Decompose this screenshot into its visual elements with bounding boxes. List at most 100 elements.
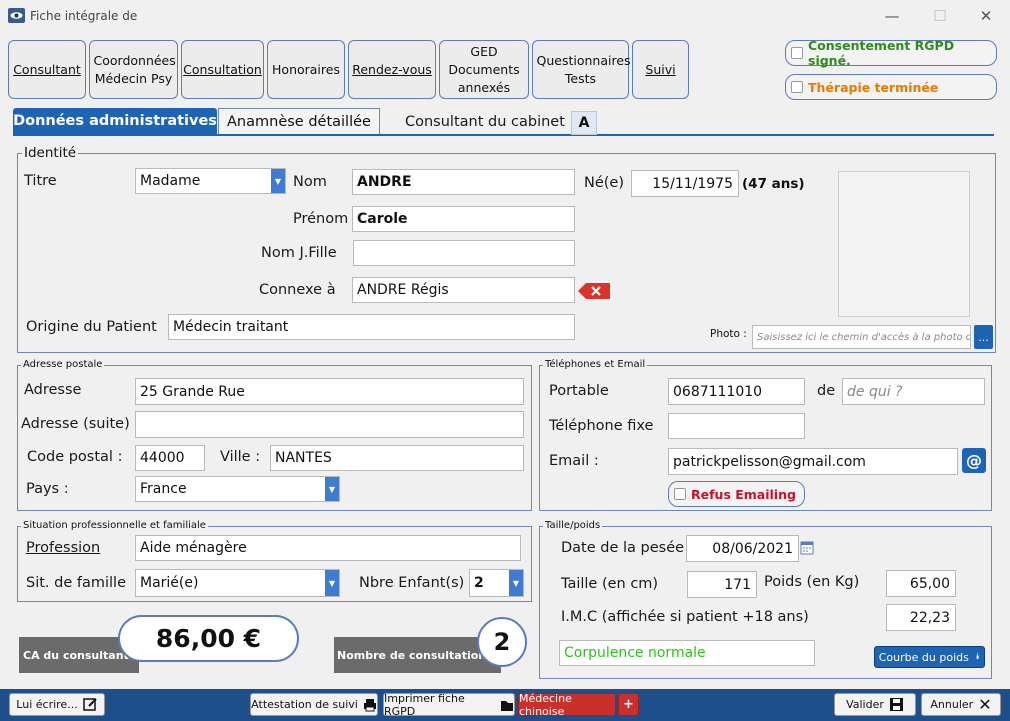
taille-input[interactable]: 171 xyxy=(687,571,757,598)
chevron-down-icon[interactable]: ▼ xyxy=(325,477,339,501)
tab-label: Questionnaires Tests xyxy=(536,52,631,86)
origine-input[interactable]: Médecin traitant xyxy=(168,314,575,340)
photo-path-input[interactable]: Saisissez ici le chemin d'accès à la pho… xyxy=(752,325,971,349)
maximize-icon[interactable]: ☐ xyxy=(928,5,952,27)
calendar-icon[interactable] xyxy=(800,540,814,555)
lui-ecrire-button[interactable]: Lui écrire... xyxy=(9,693,105,716)
imprimer-rgpd-label: Imprimer fiche RGPD xyxy=(384,691,465,718)
tab-label: GED Documents annexés xyxy=(448,43,520,95)
date-pesee-input[interactable]: 08/06/2021 xyxy=(686,535,799,562)
sit-famille-select[interactable]: Marié(e) ▼ xyxy=(135,569,340,597)
ville-input[interactable]: NANTES xyxy=(270,445,524,471)
refus-emailing-checkbox[interactable] xyxy=(674,488,686,500)
cabinet-label: Consultant du cabinet xyxy=(405,114,565,130)
nom-input[interactable]: ANDRE xyxy=(352,169,575,195)
adresse-input[interactable]: 25 Grande Rue xyxy=(135,378,524,405)
lui-ecrire-label: Lui écrire... xyxy=(16,698,78,711)
attestation-button[interactable]: Attestation de suivi xyxy=(250,693,378,716)
folder-icon xyxy=(501,700,514,711)
double-chevron-down-icon: ⯯ xyxy=(974,652,981,662)
therapie-checkbox[interactable] xyxy=(791,81,803,93)
therapie-checkbox-frame[interactable]: Thérapie terminée xyxy=(785,74,997,100)
annuler-button[interactable]: Annuler ✕ xyxy=(921,693,1001,716)
tab-questionnaires-tests[interactable]: Questionnaires Tests xyxy=(532,40,631,99)
cabinet-letter-badge[interactable]: A xyxy=(571,111,597,135)
photo-box[interactable] xyxy=(838,171,970,317)
tab-honoraires[interactable]: Honoraires xyxy=(267,40,345,99)
minimize-icon[interactable]: — xyxy=(880,5,904,27)
date-pesee-label: Date de la pesée xyxy=(561,540,685,556)
corpulence-field: Corpulence normale xyxy=(559,640,815,666)
sit-famille-value: Marié(e) xyxy=(140,575,199,591)
tab-label: Consultation xyxy=(183,61,262,77)
nomjf-input[interactable] xyxy=(353,240,575,266)
imprimer-rgpd-button[interactable]: Imprimer fiche RGPD xyxy=(383,691,515,718)
rgpd-label: Consentement RGPD signé. xyxy=(808,38,955,68)
photo-label: Photo : xyxy=(710,328,747,340)
pays-select[interactable]: France ▼ xyxy=(135,476,340,502)
poids-label: Poids (en Kg) xyxy=(764,574,860,590)
imc-label: I.M.C (affichée si patient +18 ans) xyxy=(561,609,809,625)
titre-select[interactable]: Madame ▼ xyxy=(135,168,286,194)
adresse-legend: Adresse postale xyxy=(21,359,105,370)
subtab-donnees-administratives[interactable]: Données administratives xyxy=(13,108,217,134)
situation-legend: Situation professionnelle et familiale xyxy=(21,520,208,531)
fixe-input[interactable] xyxy=(668,413,805,439)
email-input[interactable]: patrickpelisson@gmail.com xyxy=(668,448,958,475)
date-naissance-input[interactable]: 15/11/1975 xyxy=(631,170,739,197)
valider-label: Valider xyxy=(846,698,884,711)
tab-label: Honoraires xyxy=(272,61,340,77)
de-qui-input[interactable]: de qui ? xyxy=(842,378,985,405)
adresse-suite-input[interactable] xyxy=(135,411,524,438)
add-plus-button[interactable]: + xyxy=(618,693,639,716)
connexe-input[interactable]: ANDRE Régis xyxy=(352,277,575,303)
rgpd-checkbox-frame[interactable]: Consentement RGPD signé. xyxy=(785,38,997,68)
code-postal-input[interactable]: 44000 xyxy=(135,445,205,471)
valider-button[interactable]: Valider xyxy=(834,693,916,716)
refus-emailing-frame[interactable]: Refus Emailing xyxy=(668,481,805,507)
chevron-down-icon[interactable]: ▼ xyxy=(271,169,285,193)
tab-rendez-vous[interactable]: Rendez-vous xyxy=(348,40,436,99)
rgpd-checkbox[interactable] xyxy=(791,47,803,59)
prenom-label: Prénom xyxy=(293,211,349,227)
prenom-input[interactable]: Carole xyxy=(352,206,575,232)
close-icon[interactable]: ✕ xyxy=(974,5,998,27)
chevron-down-icon[interactable]: ▼ xyxy=(509,570,523,596)
tab-consultant[interactable]: Consultant xyxy=(8,40,86,99)
imc-input[interactable]: 22,23 xyxy=(886,604,956,631)
ne-label: Né(e) xyxy=(584,175,625,191)
tab-suivi[interactable]: Suivi xyxy=(632,40,689,99)
annuler-label: Annuler xyxy=(930,698,974,711)
courbe-poids-button[interactable]: Courbe du poids ⯯ xyxy=(874,646,985,668)
refus-emailing-label: Refus Emailing xyxy=(691,486,796,502)
tab-coordonnees-medecin[interactable]: Coordonnées Médecin Psy xyxy=(89,40,178,99)
tab-consultation[interactable]: Consultation xyxy=(181,40,264,99)
browse-photo-button[interactable]: ... xyxy=(974,325,993,349)
titre-value: Madame xyxy=(140,173,201,189)
window-title: Fiche intégrale de xyxy=(30,9,138,23)
adresse-label: Adresse xyxy=(24,382,82,398)
printer-icon xyxy=(363,698,376,711)
chevron-down-icon[interactable]: ▼ xyxy=(325,570,339,596)
clear-connexe-icon[interactable] xyxy=(578,283,610,299)
close-icon: ✕ xyxy=(978,695,992,714)
enfants-select[interactable]: 2 ▼ xyxy=(469,569,524,597)
profession-label: Profession xyxy=(26,540,101,556)
portable-input[interactable]: 0687111010 xyxy=(668,378,805,405)
identite-legend: Identité xyxy=(22,145,79,161)
profession-input[interactable]: Aide ménagère xyxy=(135,535,521,561)
ville-label: Ville : xyxy=(220,449,261,465)
code-postal-label: Code postal : xyxy=(27,449,123,465)
ca-value: 86,00 € xyxy=(118,615,299,662)
sit-famille-label: Sit. de famille xyxy=(26,575,126,591)
tab-label: Consultant xyxy=(13,61,81,77)
medecine-chinoise-button[interactable]: Médecine chinoise xyxy=(518,692,616,718)
courbe-poids-label: Courbe du poids xyxy=(878,650,969,664)
poids-input[interactable]: 65,00 xyxy=(886,570,956,597)
send-email-icon[interactable]: @ xyxy=(962,448,986,473)
tab-ged-documents[interactable]: GED Documents annexés xyxy=(439,40,529,99)
subtab-anamnese[interactable]: Anamnèse détaillée xyxy=(218,108,380,134)
tab-label: Rendez-vous xyxy=(352,61,432,77)
nb-consultations-value: 2 xyxy=(477,617,527,667)
attestation-label: Attestation de suivi xyxy=(251,698,358,711)
